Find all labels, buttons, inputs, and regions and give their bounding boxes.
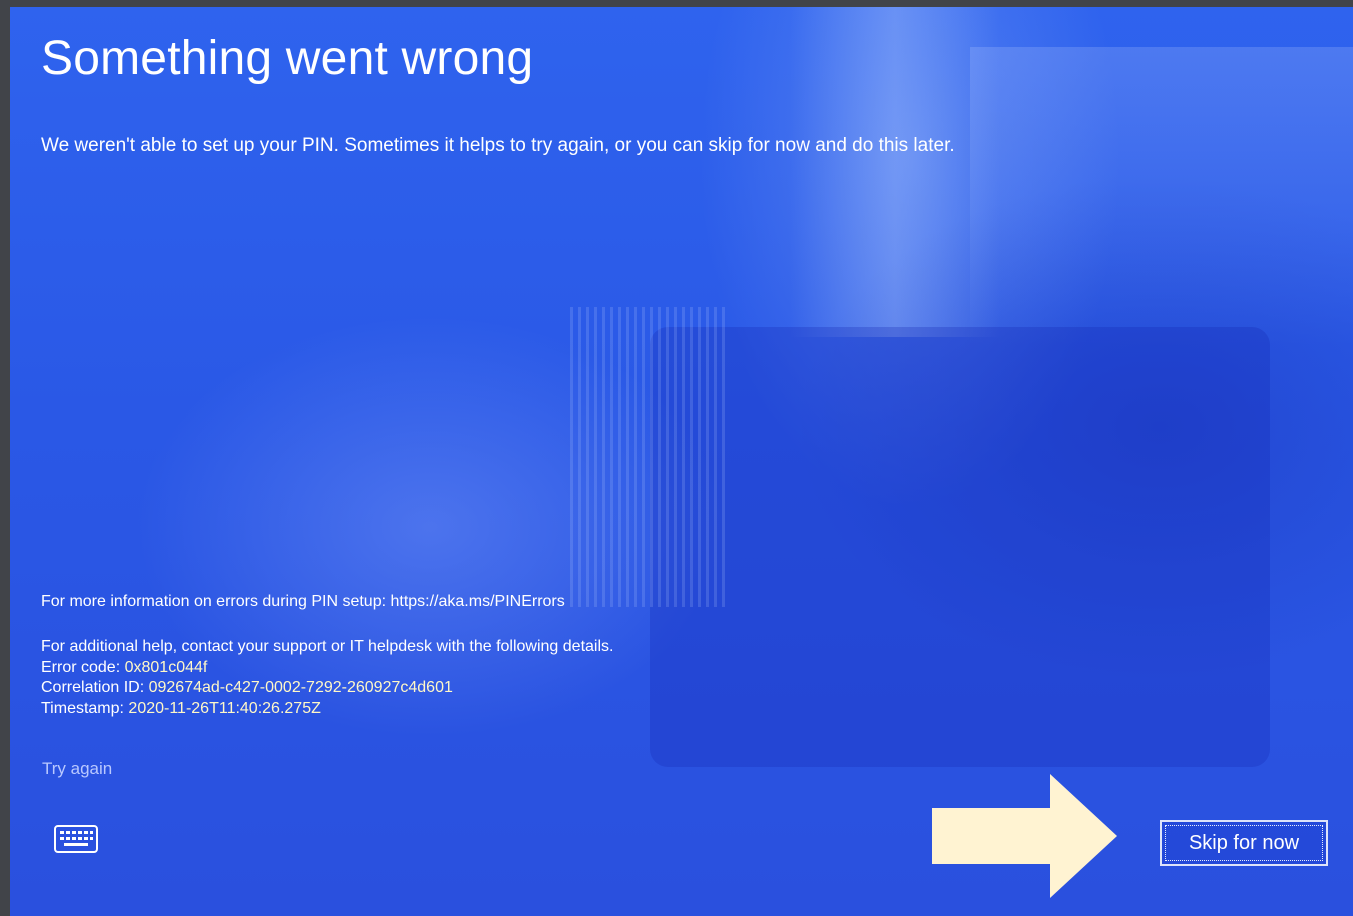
timestamp-value: 2020-11-26T11:40:26.275Z bbox=[128, 699, 321, 717]
correlation-id-label: Correlation ID: bbox=[41, 679, 149, 696]
keyboard-icon bbox=[54, 825, 98, 853]
timestamp-row: Timestamp: 2020-11-26T11:40:26.275Z bbox=[41, 699, 613, 720]
skip-for-now-button[interactable]: Skip for now bbox=[1160, 820, 1328, 866]
right-arrow-icon bbox=[932, 774, 1117, 898]
oobe-error-screen: Something went wrong We weren't able to … bbox=[10, 7, 1353, 916]
error-code-label: Error code: bbox=[41, 658, 125, 676]
page-title: Something went wrong bbox=[41, 32, 534, 85]
correlation-id-row: Correlation ID: 092674ad-c427-0002-7292-… bbox=[41, 678, 613, 699]
help-intro: For additional help, contact your suppor… bbox=[41, 638, 614, 655]
keyboard-button[interactable] bbox=[52, 822, 100, 856]
timestamp-label: Timestamp: bbox=[41, 699, 129, 717]
correlation-id-value: 092674ad-c427-0002-7292-260927c4d601 bbox=[148, 679, 453, 696]
screen-reflection bbox=[650, 327, 1270, 767]
screen-reflection bbox=[790, 7, 1000, 337]
photo-frame: Something went wrong We weren't able to … bbox=[0, 0, 1353, 916]
error-message: We weren't able to set up your PIN. Some… bbox=[41, 135, 955, 156]
error-code-row: Error code: 0x801c044f bbox=[41, 658, 613, 679]
screen-reflection bbox=[970, 47, 1353, 347]
error-details: For additional help, contact your suppor… bbox=[41, 637, 613, 719]
try-again-link[interactable]: Try again bbox=[42, 759, 112, 779]
error-code-value: 0x801c044f bbox=[124, 658, 208, 676]
screen-reflection bbox=[570, 307, 730, 607]
more-info-text: For more information on errors during PI… bbox=[41, 593, 565, 610]
